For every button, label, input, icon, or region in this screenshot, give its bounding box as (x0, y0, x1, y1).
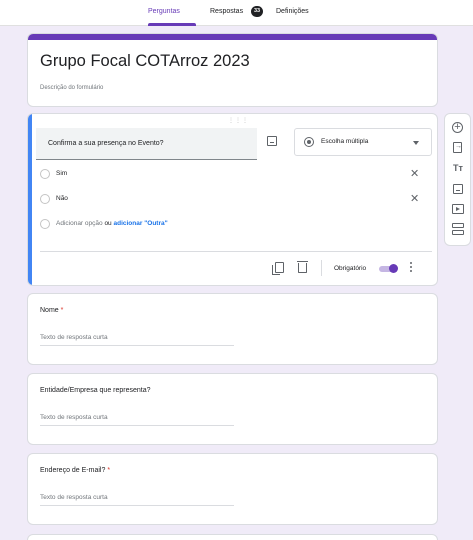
radio-empty-icon (40, 194, 50, 204)
option-row[interactable]: Não ✕ (40, 193, 420, 207)
short-answer-underline (40, 505, 234, 506)
question-card[interactable]: Nome * Texto de resposta curta (27, 293, 438, 365)
question-card[interactable]: Entidade/Empresa que representa? Texto d… (27, 373, 438, 445)
drag-handle-icon[interactable]: ⋮⋮⋮ (228, 117, 249, 124)
question-label-text: Endereço de E-mail? (40, 467, 106, 474)
add-title-icon[interactable]: Tт (451, 161, 465, 175)
question-card-active[interactable]: ⋮⋮⋮ Confirma a sua presença no Evento? E… (27, 113, 438, 286)
question-title-text: Confirma a sua presença no Evento? (48, 140, 164, 147)
floating-toolbar: + → Tт (444, 113, 471, 246)
footer-separator (321, 260, 322, 276)
add-question-icon[interactable]: + (451, 121, 465, 135)
question-title-field[interactable]: Confirma a sua presença no Evento? (36, 128, 257, 160)
question-label-text: Nome (40, 307, 59, 314)
required-asterisk: * (60, 307, 64, 314)
form-header-card[interactable]: Grupo Focal COTArroz 2023 Descrição do f… (27, 33, 438, 107)
caret-down-icon (413, 141, 419, 145)
required-label: Obrigatório (334, 265, 367, 272)
delete-icon[interactable] (297, 261, 308, 273)
question-type-dropdown[interactable]: Escolha múltipla (294, 128, 432, 156)
duplicate-icon[interactable] (272, 262, 284, 275)
add-option-link[interactable]: Adicionar opção (56, 220, 103, 227)
option-label[interactable]: Sim (56, 170, 67, 177)
remove-option-icon[interactable]: ✕ (410, 192, 419, 205)
question-card[interactable]: Endereço de E-mail? * Texto de resposta … (27, 453, 438, 525)
required-asterisk: * (107, 467, 111, 474)
add-video-icon[interactable] (451, 202, 465, 216)
short-answer-underline (40, 425, 234, 426)
form-tab-bar: Perguntas Respostas 33 Definições (0, 0, 473, 26)
add-image-icon[interactable] (451, 182, 465, 196)
active-question-indicator (28, 114, 32, 285)
short-answer-underline (40, 345, 234, 346)
required-toggle[interactable] (379, 264, 400, 273)
toggle-knob (389, 264, 398, 273)
or-text: ou (104, 220, 112, 227)
option-label[interactable]: Não (56, 195, 68, 202)
option-row[interactable]: Sim ✕ (40, 168, 420, 182)
add-section-icon[interactable] (451, 222, 465, 236)
short-answer-placeholder: Texto de resposta curta (40, 494, 108, 501)
question-type-label: Escolha múltipla (321, 138, 369, 145)
radio-empty-icon (40, 169, 50, 179)
tab-definicoes[interactable]: Definições (276, 8, 309, 15)
question-label: Entidade/Empresa que representa? (40, 387, 151, 394)
question-footer-divider (40, 251, 432, 252)
header-accent-stripe (28, 34, 437, 40)
add-other-link[interactable]: adicionar "Outra" (113, 220, 167, 227)
tab-respostas[interactable]: Respostas (210, 8, 243, 15)
short-answer-placeholder: Texto de resposta curta (40, 334, 108, 341)
radio-button-icon (304, 137, 314, 147)
add-image-icon[interactable] (267, 136, 277, 146)
question-label: Nome * (40, 307, 63, 314)
add-option-text: Adicionar opção ou adicionar "Outra" (56, 220, 168, 227)
radio-empty-icon (40, 219, 50, 229)
more-options-icon[interactable] (410, 262, 413, 274)
responses-count-badge: 33 (251, 6, 263, 17)
question-label: Endereço de E-mail? * (40, 467, 110, 474)
short-answer-placeholder: Texto de resposta curta (40, 414, 108, 421)
form-title[interactable]: Grupo Focal COTArroz 2023 (40, 52, 250, 71)
question-card-partial[interactable] (27, 534, 438, 540)
tab-perguntas[interactable]: Perguntas (148, 8, 180, 15)
remove-option-icon[interactable]: ✕ (410, 167, 419, 180)
import-questions-icon[interactable]: → (451, 141, 465, 155)
active-tab-indicator (148, 23, 196, 26)
form-description-field[interactable]: Descrição do formulário (40, 85, 103, 91)
add-option-row: Adicionar opção ou adicionar "Outra" (40, 218, 420, 232)
question-label-text: Entidade/Empresa que representa? (40, 387, 151, 394)
